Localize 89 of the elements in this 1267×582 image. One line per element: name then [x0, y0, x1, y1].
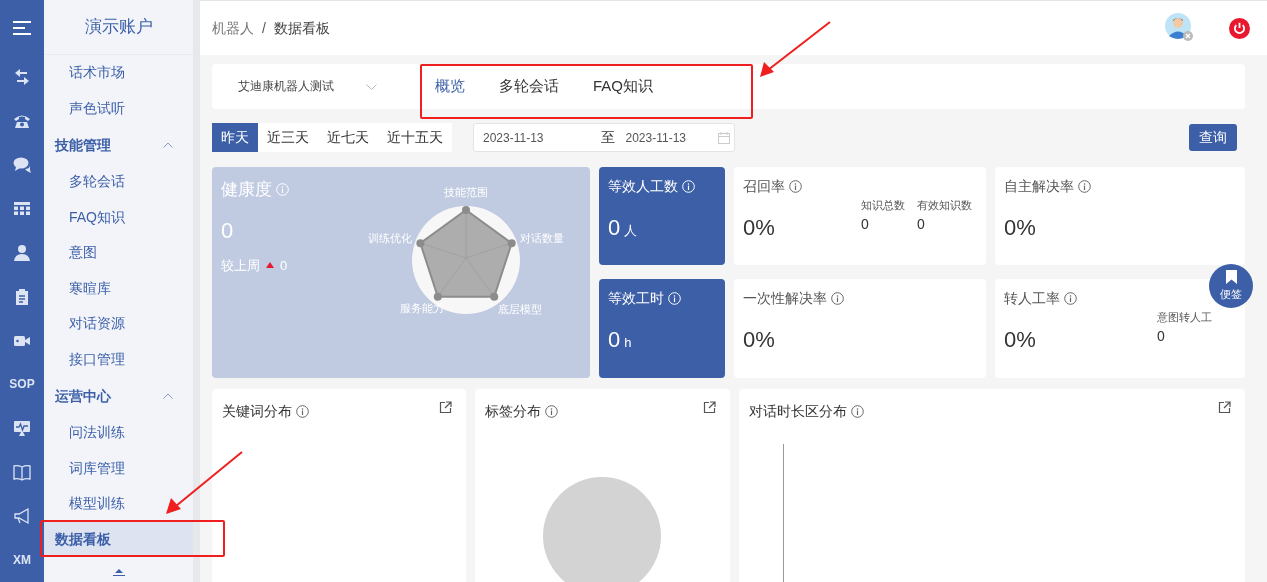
- stat-label: 有效知识数: [917, 198, 972, 213]
- date-separator: 至: [600, 128, 615, 147]
- card-title: 等效工时: [608, 289, 664, 308]
- card-title: 等效人工数: [608, 177, 678, 196]
- sidebar-item[interactable]: 问法训练: [44, 415, 193, 451]
- group-label: 运营中心: [55, 386, 111, 406]
- metric-unit: h: [624, 334, 632, 352]
- metric-value: 0%: [743, 326, 775, 354]
- info-icon: [1078, 180, 1091, 193]
- metric-value: 0%: [1004, 214, 1036, 242]
- sidebar-item[interactable]: FAQ知识: [44, 199, 193, 235]
- sidebar-item[interactable]: 接口管理: [44, 341, 193, 377]
- info-icon: [682, 180, 695, 193]
- stat-value: 0: [861, 214, 870, 234]
- calendar-icon: [718, 131, 730, 144]
- panel-title: 对话时长区分布: [749, 402, 847, 421]
- sidebar-item[interactable]: 话术市场: [44, 55, 193, 91]
- metric-value: 0: [608, 326, 621, 354]
- stat-label: 知识总数: [861, 198, 905, 213]
- info-icon: [789, 180, 802, 193]
- tab[interactable]: 多轮会话: [499, 75, 559, 98]
- card-title: 自主解决率: [1004, 177, 1074, 196]
- external-link-icon[interactable]: [439, 401, 452, 414]
- breadcrumb-item: 数据看板: [273, 19, 330, 36]
- breadcrumb-item[interactable]: 机器人: [212, 19, 254, 36]
- card-title: 转人工率: [1004, 289, 1060, 308]
- sidebar-item[interactable]: 声色试听: [44, 90, 193, 126]
- monitor-icon[interactable]: [13, 419, 31, 438]
- sidebar-group[interactable]: 技能管理: [44, 126, 193, 164]
- end-date: 2023-11-13: [625, 129, 686, 147]
- metric-unit: 人: [624, 222, 638, 240]
- external-link-icon[interactable]: [1218, 401, 1231, 414]
- breadcrumb-separator: /: [262, 19, 266, 36]
- sidebar-item[interactable]: 意图: [44, 235, 193, 271]
- info-icon: [296, 405, 309, 418]
- info-icon: [276, 183, 289, 197]
- health-score: 0: [221, 216, 234, 245]
- tab[interactable]: FAQ知识: [593, 75, 653, 98]
- grid-icon[interactable]: [13, 199, 31, 218]
- rail-label[interactable]: XM: [13, 553, 31, 566]
- range-button[interactable]: 昨天: [212, 123, 258, 152]
- chat-bubbles-icon[interactable]: [13, 155, 31, 174]
- person-icon[interactable]: [13, 243, 31, 262]
- avatar-icon[interactable]: [1165, 13, 1195, 43]
- external-link-icon[interactable]: [703, 401, 716, 414]
- sidebar-item[interactable]: 对话资源: [44, 306, 193, 342]
- stat-value: 0: [1157, 326, 1166, 346]
- open-book-icon[interactable]: [13, 463, 31, 482]
- rail-label[interactable]: SOP: [9, 378, 35, 391]
- menu-icon[interactable]: [13, 20, 31, 35]
- panel-title: 标签分布: [485, 402, 541, 421]
- card-title: 健康度: [221, 179, 272, 201]
- clipboard-icon[interactable]: [13, 287, 31, 306]
- sidebar-item[interactable]: 多轮会话: [44, 164, 193, 200]
- card-title: 一次性解决率: [743, 289, 827, 308]
- compare-label: 较上周: [221, 256, 260, 275]
- sidebar-item[interactable]: 模型训练: [44, 486, 193, 522]
- start-date: 2023-11-13: [483, 129, 544, 147]
- swap-arrows-icon[interactable]: [13, 68, 31, 87]
- metric-value: 0%: [743, 214, 775, 242]
- stat-label: 意图转人工: [1157, 310, 1212, 325]
- info-icon: [831, 292, 844, 305]
- collapse-icon[interactable]: [112, 568, 125, 576]
- compare-value: 0: [280, 256, 288, 275]
- panel-title: 关键词分布: [222, 402, 292, 421]
- note-button[interactable]: 便签: [1209, 264, 1253, 308]
- query-button[interactable]: 查询: [1189, 124, 1237, 151]
- group-label: 技能管理: [55, 135, 111, 155]
- info-icon: [1064, 292, 1077, 305]
- sidebar-group[interactable]: 运营中心: [44, 377, 193, 415]
- radar-axis-label: 训练优化: [368, 232, 413, 245]
- metric-value: 0%: [1004, 326, 1036, 354]
- account-title: 演示账户: [44, 0, 193, 55]
- tab[interactable]: 概览: [435, 75, 465, 98]
- power-icon[interactable]: [1229, 17, 1250, 39]
- card-title: 召回率: [743, 177, 785, 196]
- date-range-field[interactable]: 2023-11-13 至 2023-11-13: [473, 123, 735, 152]
- chevron-down-icon: [366, 83, 377, 90]
- robot-select[interactable]: 艾迪康机器人测试: [212, 77, 412, 96]
- info-icon: [668, 292, 681, 305]
- metric-value: 0: [608, 214, 621, 242]
- bookmark-icon: [1225, 269, 1237, 284]
- stat-value: 0: [917, 214, 926, 234]
- sidebar-item[interactable]: 寒暄库: [44, 270, 193, 306]
- info-icon: [545, 405, 558, 418]
- info-icon: [851, 405, 864, 418]
- radar-axis-label: 技能范围: [444, 186, 488, 198]
- sidebar-item[interactable]: 词库管理: [44, 450, 193, 486]
- megaphone-icon[interactable]: [13, 507, 31, 526]
